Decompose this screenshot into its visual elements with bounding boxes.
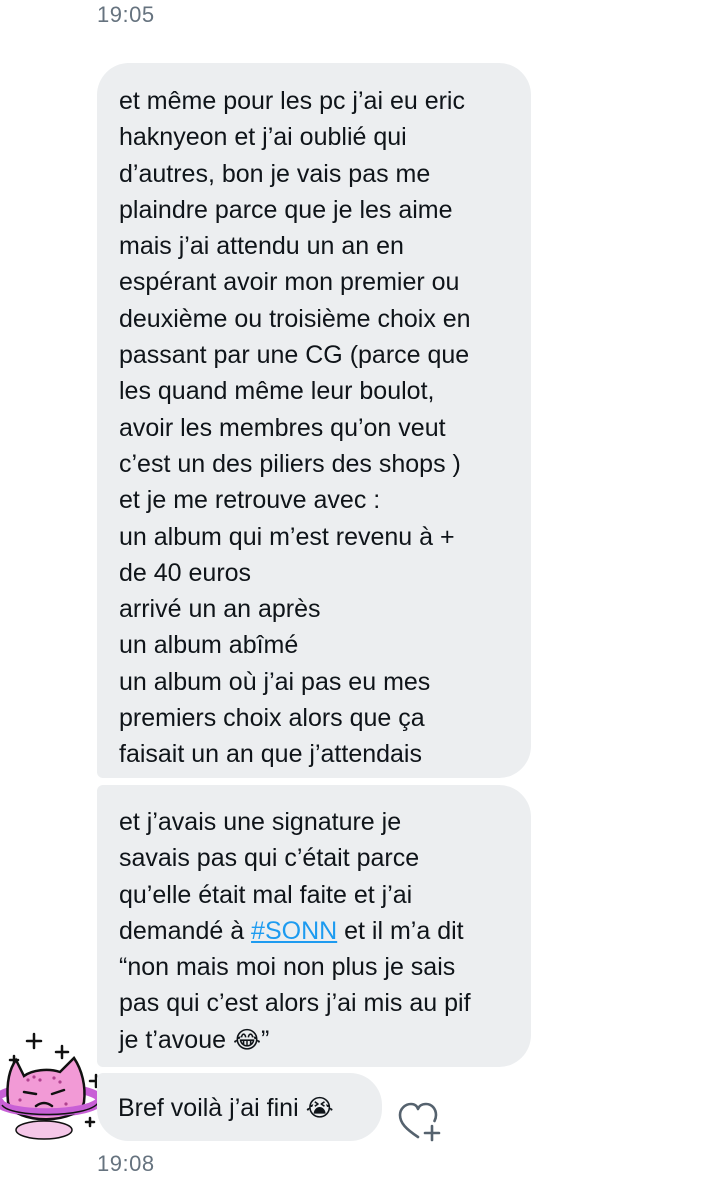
message-text: Bref voilà j’ai fini [118,1094,306,1122]
message-bubble-signature[interactable]: et j’avais une signature je savais pas q… [97,785,531,1067]
message-bubble-short[interactable]: Bref voilà j’ai fini 😭 [97,1073,382,1141]
message-line: savais pas qui c’était parce [119,844,420,873]
hashtag-link[interactable]: #SONN [251,917,337,945]
message-line: “non mais moi non plus je sais [119,953,456,982]
laughing-tears-emoji: 😂 [232,1025,262,1054]
avatar[interactable] [0,1030,104,1140]
message-line: et j’avais une signature je [119,808,402,836]
message-text: je t’avoue [119,1025,233,1054]
timestamp-top: 19:05 [97,2,155,27]
message-line-with-hashtag: demandé à #SONN et il m’a dit [119,913,513,949]
message-text: et il m’a dit [337,916,464,945]
message-text: ” [261,1025,270,1054]
react-heart-button[interactable] [396,1099,444,1143]
message-text: demandé à [119,916,252,945]
timestamp-bottom: 19:08 [97,1151,155,1176]
heart-plus-icon [398,1102,441,1142]
message-line: je t’avoue 😂” [119,1022,513,1058]
crying-emoji: 😭 [305,1094,334,1122]
pink-cat-planet-avatar-icon [0,1032,104,1140]
message-line: qu’elle était mal faite et j’ai [119,880,413,909]
message-line: pas qui c’est alors j’ai mis au pif [119,989,471,1018]
message-bubble-long[interactable]: et même pour les pc j’ai eu eric haknyeo… [97,63,531,778]
